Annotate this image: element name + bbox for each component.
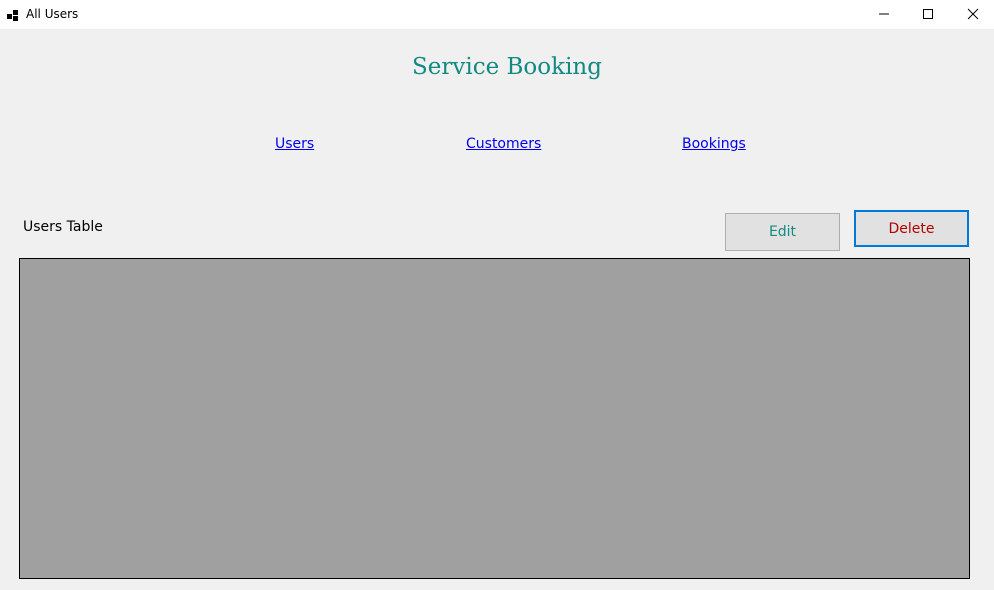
page-title: Service Booking bbox=[412, 54, 602, 80]
close-button[interactable] bbox=[950, 0, 994, 29]
nav-link-bookings[interactable]: Bookings bbox=[682, 136, 746, 152]
delete-button[interactable]: Delete bbox=[854, 210, 969, 247]
edit-button[interactable]: Edit bbox=[725, 213, 840, 251]
title-bar[interactable]: All Users bbox=[0, 0, 994, 29]
nav-link-users[interactable]: Users bbox=[275, 136, 314, 152]
nav-link-customers[interactable]: Customers bbox=[466, 136, 541, 152]
users-table-label: Users Table bbox=[23, 219, 103, 235]
maximize-button[interactable] bbox=[905, 0, 951, 29]
window-title: All Users bbox=[26, 7, 79, 21]
app-window-icon bbox=[7, 7, 19, 21]
close-icon bbox=[967, 5, 979, 24]
app-window: All Users Service Booking Users Customer… bbox=[0, 0, 994, 590]
users-data-grid[interactable] bbox=[19, 258, 970, 579]
minimize-button[interactable] bbox=[861, 0, 907, 29]
maximize-icon bbox=[922, 5, 934, 24]
minimize-icon bbox=[878, 5, 890, 24]
